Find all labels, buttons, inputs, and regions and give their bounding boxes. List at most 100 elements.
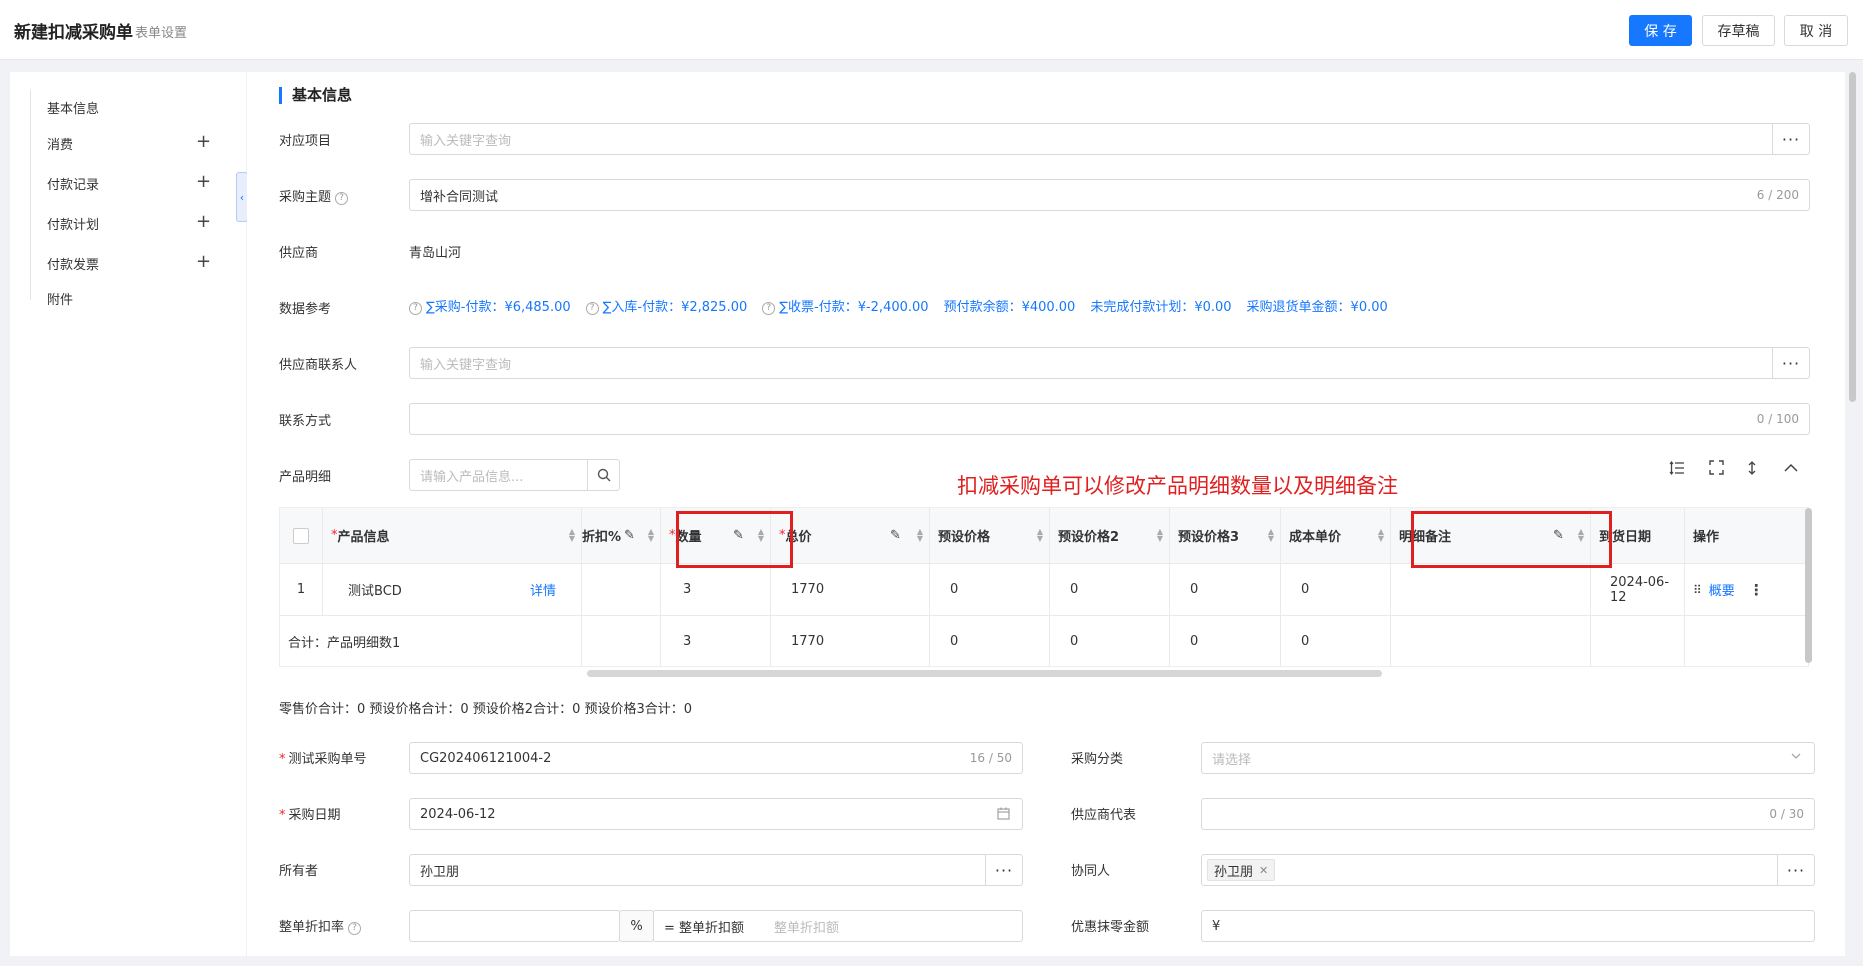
ref-return-amount[interactable]: 采购退货单金额：¥0.00 (1247, 300, 1388, 315)
calendar-icon[interactable] (997, 807, 1010, 824)
add-payment-invoice-icon[interactable]: + (196, 253, 211, 271)
row-summary-link[interactable]: 概要 (1709, 580, 1735, 599)
header-product[interactable]: * 产品信息 ▲ ▼ (323, 508, 582, 564)
page-header: 新建扣减采购单 表单设置 保 存 存草稿 取 消 (0, 0, 1863, 60)
rounding-currency: ¥ (1212, 918, 1221, 934)
order-no-label: * 测试采购单号 (279, 748, 367, 767)
collaborator-picker-icon[interactable]: ··· (1777, 855, 1814, 885)
collapse-up-icon[interactable] (1784, 460, 1798, 479)
ref-invoice-payment[interactable]: ∑收票-付款：¥-2,400.00 (779, 300, 928, 315)
row-detail-link[interactable]: 详情 (530, 580, 556, 599)
sort-icon[interactable]: ▲ ▼ (917, 528, 923, 543)
select-all-checkbox[interactable] (293, 527, 309, 544)
row-total-cell[interactable]: 1770 (771, 564, 930, 616)
ref-help-icon-1[interactable]: ? (409, 302, 422, 315)
total-actions-cell (1685, 616, 1808, 666)
contact-method-input[interactable]: 0 / 100 (409, 403, 1810, 435)
order-no-input[interactable]: CG202406121004-2 16 / 50 (409, 742, 1023, 774)
row-remark-cell[interactable] (1391, 564, 1591, 616)
subject-label-text: 采购主题 (279, 190, 332, 205)
subject-input[interactable]: 增补合同测试 6 / 200 (409, 179, 1810, 211)
save-draft-button[interactable]: 存草稿 (1702, 15, 1775, 46)
add-consumption-icon[interactable]: + (196, 133, 211, 151)
page-vertical-scrollbar[interactable] (1849, 72, 1856, 402)
subject-help-icon[interactable]: ? (335, 192, 349, 205)
discount-rate-help-icon[interactable]: ? (348, 922, 362, 935)
row-qty-cell[interactable]: 3 (661, 564, 771, 616)
rounding-input[interactable]: ¥ (1201, 910, 1815, 942)
nav-item-payment-plan[interactable]: 付款计划 (47, 214, 99, 233)
data-ref-list: ? ∑采购-付款：¥6,485.00? ∑入库-付款：¥2,825.00? ∑收票-付… (409, 296, 1403, 315)
supplier-contact-picker-icon[interactable]: ··· (1772, 348, 1809, 378)
edit-icon[interactable]: ✎ (890, 528, 901, 543)
date-input[interactable]: 2024-06-12 (409, 798, 1023, 830)
expand-vertical-icon[interactable] (1747, 460, 1757, 480)
ref-inbound-payment[interactable]: ∑入库-付款：¥2,825.00 (603, 300, 748, 315)
header-actions-text: 操作 (1693, 530, 1720, 545)
supplier-rep-input[interactable]: 0 / 30 (1201, 798, 1815, 830)
nav-divider (30, 90, 31, 300)
table-vertical-scrollbar[interactable] (1805, 508, 1812, 663)
sort-icon[interactable]: ▲ ▼ (1157, 528, 1163, 543)
nav-item-consumption[interactable]: 消费 (47, 134, 73, 153)
supplier-contact-label: 供应商联系人 (279, 358, 358, 373)
project-input[interactable]: 输入关键字查询 ··· (409, 123, 1810, 155)
total-row-label: 合计：产品明细数1 (280, 616, 582, 666)
save-button[interactable]: 保 存 (1629, 15, 1692, 46)
section-nav: 基本信息 消费 + 付款记录 + 付款计划 + 付款发票 + 附件 (10, 72, 246, 956)
sort-icon[interactable]: ▲ ▼ (569, 528, 575, 543)
nav-item-payment-invoice[interactable]: 付款发票 (47, 254, 99, 273)
sort-icon[interactable]: ▲ ▼ (1378, 528, 1384, 543)
ref-help-icon-3[interactable]: ? (762, 302, 776, 315)
nav-item-basic-info[interactable]: 基本信息 (47, 98, 99, 117)
project-picker-icon[interactable]: ··· (1772, 124, 1809, 154)
category-select[interactable]: 请选择 (1201, 742, 1815, 774)
discount-amount-input[interactable]: = 整单折扣额 整单折扣额 (653, 910, 1023, 942)
nav-item-attachments[interactable]: 附件 (47, 289, 73, 308)
sort-icon[interactable]: ▲ ▼ (1037, 528, 1043, 543)
header-discount[interactable]: 折扣% ✎ ▲ ▼ (582, 508, 661, 564)
header-cost-price[interactable]: 成本单价 ▲ ▼ (1281, 508, 1391, 564)
ref-help-icon-2[interactable]: ? (585, 302, 599, 315)
search-icon[interactable] (587, 460, 619, 490)
add-payment-record-icon[interactable]: + (196, 173, 211, 191)
discount-rate-input[interactable] (409, 910, 620, 942)
remove-tag-icon[interactable]: ✕ (1259, 864, 1268, 877)
qty-highlight-box (676, 511, 793, 568)
header-preset-price2[interactable]: 预设价格2 ▲ ▼ (1050, 508, 1170, 564)
discount-amount-eq-label: = 整单折扣额 (664, 920, 745, 936)
price-summary: 零售价合计：0 预设价格合计：0 预设价格2合计：0 预设价格3合计：0 (279, 702, 693, 717)
header-discount-text: 折扣% (582, 530, 622, 545)
cancel-button[interactable]: 取 消 (1784, 15, 1848, 46)
header-total[interactable]: * 总价 ✎ ▲ ▼ (771, 508, 930, 564)
row-discount-cell[interactable] (582, 564, 661, 616)
header-preset-price3[interactable]: 预设价格3 ▲ ▼ (1170, 508, 1281, 564)
product-detail-label: 产品明细 (279, 470, 332, 485)
fullscreen-icon[interactable] (1709, 460, 1724, 479)
collaborator-input[interactable]: 孙卫朋 ✕ ··· (1201, 854, 1815, 886)
total-preset-price3-cell: 0 (1170, 616, 1281, 666)
row-arrival-date-cell[interactable]: 2024-06-12 (1591, 564, 1685, 616)
add-payment-plan-icon[interactable]: + (196, 213, 211, 231)
order-no-char-count: 16 / 50 (969, 751, 1012, 765)
owner-input[interactable]: 孙卫朋 ··· (409, 854, 1023, 886)
form-settings-link[interactable]: 表单设置 (135, 22, 187, 41)
header-preset-price2-text: 预设价格2 (1058, 530, 1120, 545)
row-height-icon[interactable] (1669, 460, 1685, 480)
ref-purchase-payment[interactable]: ∑采购-付款：¥6,485.00 (426, 300, 571, 315)
edit-icon[interactable]: ✎ (624, 528, 635, 543)
supplier-contact-input[interactable]: 输入关键字查询 ··· (409, 347, 1810, 379)
ref-prepay-balance[interactable]: 预付款余额：¥400.00 (944, 300, 1076, 315)
header-preset-price[interactable]: 预设价格 ▲ ▼ (930, 508, 1050, 564)
row-preset-price3-cell: 0 (1170, 564, 1281, 616)
product-search-input[interactable]: 请输入产品信息... (409, 459, 620, 491)
nav-item-payment-records[interactable]: 付款记录 (47, 174, 99, 193)
sort-icon[interactable]: ▲ ▼ (648, 528, 654, 543)
sort-icon[interactable]: ▲ ▼ (1268, 528, 1274, 543)
more-icon[interactable]: ⋮ (1749, 581, 1764, 599)
owner-picker-icon[interactable]: ··· (985, 855, 1022, 885)
table-horizontal-scrollbar[interactable] (587, 670, 1382, 677)
ref-pending-plan[interactable]: 未完成付款计划：¥0.00 (1090, 300, 1231, 315)
drag-handle-icon[interactable]: ⠿ (1693, 583, 1702, 597)
red-annotation: 扣减采购单可以修改产品明细数量以及明细备注 (957, 474, 1398, 498)
